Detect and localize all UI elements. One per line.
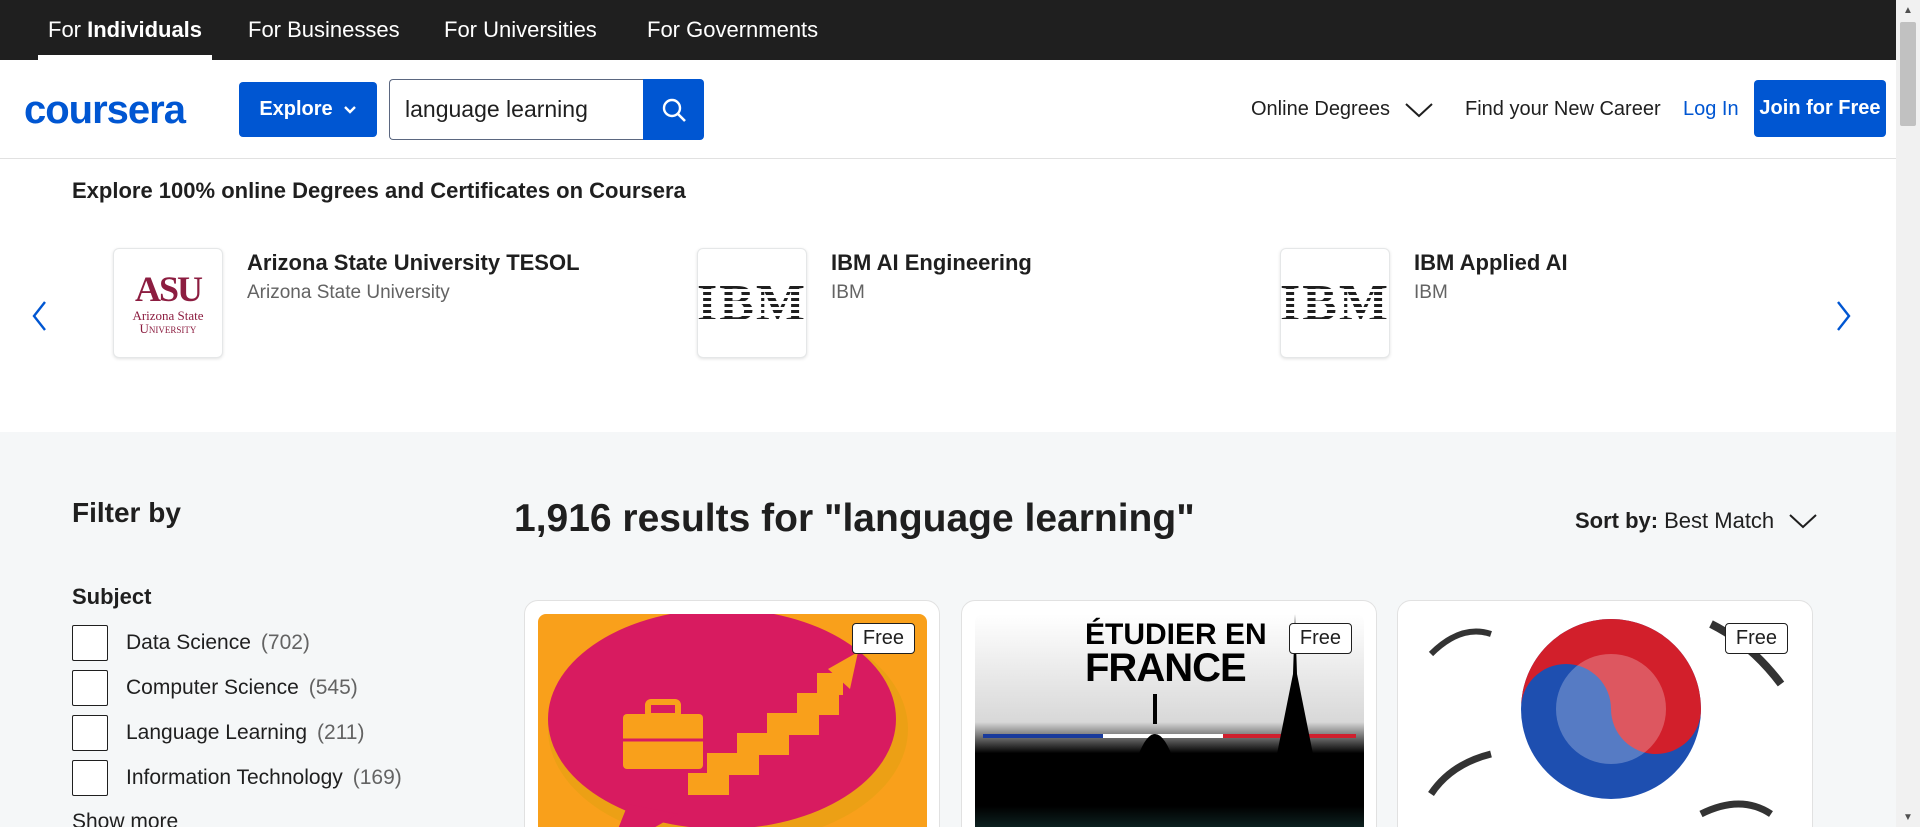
page-scrollbar[interactable]: ▲ ▼ <box>1896 0 1920 827</box>
search-icon <box>662 98 686 122</box>
chevron-right-icon <box>1837 301 1851 331</box>
degrees-carousel: Explore 100% online Degrees and Certific… <box>0 160 1896 432</box>
ibm-logo-mark: IBM <box>697 274 807 332</box>
online-degrees-label: Online Degrees <box>1251 98 1390 120</box>
chevron-down-icon <box>1789 514 1817 529</box>
filter-checkbox[interactable] <box>72 760 108 796</box>
carousel-prev-button[interactable] <box>24 296 54 336</box>
asu-logo: ASU Arizona State University <box>113 248 223 358</box>
tab-prefix: For <box>48 17 88 42</box>
filter-label: Computer Science <box>126 676 299 699</box>
degree-card[interactable]: IBM IBM AI Engineering IBM <box>697 248 1177 358</box>
filter-option[interactable]: Computer Science (545) <box>72 670 358 706</box>
ibm-logo: IBM <box>697 248 807 358</box>
ibm-logo-mark: IBM <box>1280 274 1390 332</box>
explore-button[interactable]: Explore <box>239 82 377 137</box>
filter-option[interactable]: Language Learning (211) <box>72 715 364 751</box>
course-card[interactable]: Free <box>524 600 940 827</box>
filter-title: Filter by <box>72 497 181 528</box>
filter-label: Data Science <box>126 631 251 654</box>
search-button[interactable] <box>643 79 704 140</box>
filter-label: Language Learning <box>126 721 308 744</box>
carousel-next-button[interactable] <box>1829 296 1859 336</box>
filter-count: (211) <box>317 721 365 744</box>
audience-bar: For Individuals For Businesses For Unive… <box>0 0 1896 60</box>
course-card[interactable]: Free <box>1397 600 1813 827</box>
coursera-logo[interactable]: coursera <box>24 88 186 133</box>
chevron-down-icon <box>343 105 356 114</box>
degree-card[interactable]: IBM IBM Applied AI IBM <box>1280 248 1760 358</box>
sort-value: Best Match <box>1664 508 1775 533</box>
asu-logo-mark: ASU <box>134 269 203 309</box>
explore-label: Explore <box>259 98 333 120</box>
degree-partner: IBM <box>831 282 865 303</box>
filter-count: (545) <box>308 676 358 699</box>
subject-filter-title: Subject <box>72 584 152 609</box>
degree-card[interactable]: ASU Arizona State University Arizona Sta… <box>113 248 593 358</box>
tab-for-businesses[interactable]: For Businesses <box>248 0 400 60</box>
find-career-link[interactable]: Find your New Career <box>1465 60 1661 159</box>
degree-name: IBM AI Engineering <box>831 250 1032 275</box>
login-link[interactable]: Log In <box>1683 60 1739 159</box>
sort-dropdown[interactable]: Sort by: Best Match <box>1575 508 1818 534</box>
chevron-down-icon <box>1405 102 1433 117</box>
degree-name: Arizona State University TESOL <box>247 250 580 275</box>
filter-checkbox[interactable] <box>72 625 108 661</box>
ibm-logo: IBM <box>1280 248 1390 358</box>
filter-count: (702) <box>260 631 310 654</box>
site-header: coursera Explore Online Degrees Find you… <box>0 60 1896 159</box>
results-area: Filter by Subject Data Science (702) Com… <box>0 432 1896 827</box>
tab-for-individuals[interactable]: For Individuals <box>37 0 213 60</box>
sort-label: Sort by: <box>1575 508 1659 533</box>
degree-name: IBM Applied AI <box>1414 250 1568 275</box>
degree-partner: IBM <box>1414 282 1448 303</box>
chevron-left-icon <box>32 301 46 331</box>
tab-for-governments[interactable]: For Governments <box>647 0 818 60</box>
degrees-title: Explore 100% online Degrees and Certific… <box>72 178 686 203</box>
results-title: 1,916 results for "language learning" <box>514 497 1195 540</box>
asu-logo-text: University <box>139 321 197 336</box>
scroll-thumb[interactable] <box>1900 22 1916 126</box>
tab-for-universities[interactable]: For Universities <box>444 0 597 60</box>
free-badge: Free <box>851 623 915 654</box>
search-input[interactable] <box>389 79 644 140</box>
join-for-free-button[interactable]: Join for Free <box>1754 80 1886 137</box>
degree-partner: Arizona State University <box>247 282 450 303</box>
free-badge: Free <box>1724 623 1788 654</box>
tab-label: Individuals <box>87 17 203 42</box>
filter-option[interactable]: Data Science (702) <box>72 625 310 661</box>
online-degrees-menu[interactable]: Online Degrees <box>1251 60 1434 159</box>
filter-option[interactable]: Information Technology (169) <box>72 760 402 796</box>
filter-checkbox[interactable] <box>72 670 108 706</box>
filter-count: (169) <box>352 766 402 789</box>
filter-checkbox[interactable] <box>72 715 108 751</box>
free-badge: Free <box>1288 623 1352 654</box>
scroll-up-arrow-icon[interactable]: ▲ <box>1896 0 1920 20</box>
filter-label: Information Technology <box>126 766 343 789</box>
scroll-down-arrow-icon[interactable]: ▼ <box>1896 807 1920 827</box>
course-card[interactable]: ÉTUDIER EN FRANCE Free <box>961 600 1377 827</box>
show-more-link[interactable]: Show more <box>72 810 178 827</box>
